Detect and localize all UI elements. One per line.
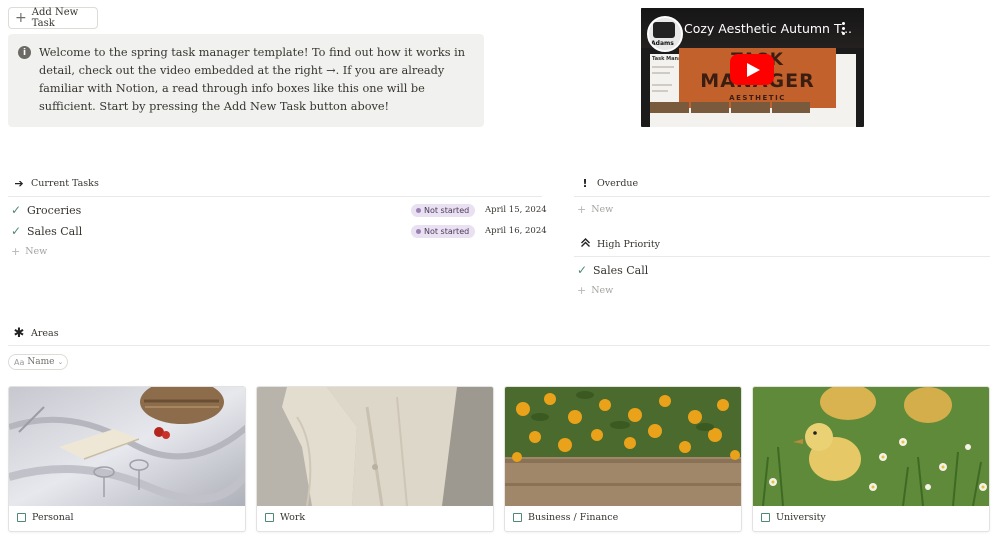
video-thumbnail-gallery: [650, 102, 810, 113]
status-label: Not started: [424, 206, 470, 215]
status-dot-icon: [416, 208, 421, 213]
status-badge[interactable]: Not started: [411, 204, 476, 217]
chevron-down-icon: ⌄: [57, 358, 64, 366]
divider: [574, 256, 990, 257]
info-callout: i Welcome to the spring task manager tem…: [8, 34, 484, 127]
new-label: New: [591, 204, 614, 215]
area-card-label: Personal: [32, 512, 74, 523]
area-card-business-finance[interactable]: Business / Finance: [504, 386, 742, 532]
plus-icon: +: [15, 10, 27, 26]
page-checkbox-icon: [17, 513, 26, 522]
task-row[interactable]: ✓ Sales Call: [577, 260, 648, 280]
exclamation-icon: !: [582, 177, 588, 190]
page-checkbox-icon: [761, 513, 770, 522]
current-tasks-header[interactable]: ➔ Current Tasks: [13, 177, 99, 190]
new-task-button[interactable]: + New: [11, 245, 47, 258]
area-card-label: University: [776, 512, 826, 523]
task-name[interactable]: Sales Call: [593, 264, 648, 277]
callout-text: Welcome to the spring task manager templ…: [39, 46, 465, 113]
cover-image-lemon-tree: [505, 387, 741, 506]
areas-title: Areas: [31, 328, 59, 339]
task-date: April 15, 2024: [485, 205, 547, 215]
area-card-label: Work: [280, 512, 306, 523]
area-card-caption: Business / Finance: [513, 512, 618, 523]
cover-image-picnic: [9, 387, 245, 506]
more-options-icon[interactable]: [842, 22, 846, 37]
areas-header[interactable]: ✱ Areas: [13, 326, 59, 341]
task-date: April 16, 2024: [485, 226, 547, 236]
cover-image-sweater: [257, 387, 493, 506]
area-card-caption: Work: [265, 512, 305, 523]
new-label: New: [25, 246, 48, 257]
asterisk-icon: ✱: [13, 326, 25, 341]
arrow-right-icon: ➔: [14, 177, 24, 190]
overdue-title: Overdue: [597, 178, 639, 189]
add-new-task-label: Add New Task: [31, 7, 79, 29]
plus-icon: +: [577, 284, 587, 297]
high-priority-title: High Priority: [597, 238, 660, 250]
cover-image-ducklings: [753, 387, 989, 506]
channel-avatar[interactable]: Adams: [647, 16, 683, 52]
channel-mark: Adams: [651, 40, 674, 47]
add-new-task-button[interactable]: + Add New Task: [8, 7, 98, 29]
new-overdue-button[interactable]: + New: [577, 203, 613, 216]
play-button[interactable]: [730, 54, 774, 85]
area-card-work[interactable]: Work: [256, 386, 494, 532]
task-row[interactable]: ✓ Groceries: [11, 200, 81, 220]
task-name[interactable]: Groceries: [27, 204, 81, 217]
video-thumbnail-subheading: AESTHETIC: [729, 94, 786, 102]
status-badge[interactable]: Not started: [411, 225, 476, 238]
area-card-caption: Personal: [17, 512, 74, 523]
check-icon: ✓: [577, 263, 588, 277]
status-label: Not started: [424, 227, 470, 236]
page-checkbox-icon: [513, 513, 522, 522]
check-icon: ✓: [11, 224, 22, 238]
new-label: New: [591, 285, 614, 296]
check-icon: ✓: [11, 203, 22, 217]
video-title[interactable]: Cozy Aesthetic Autumn T...: [684, 21, 852, 36]
current-tasks-title: Current Tasks: [31, 178, 99, 189]
embedded-video[interactable]: Task Manager TASK MANAGER AESTHETIC Adam…: [641, 8, 864, 127]
info-icon: i: [18, 46, 31, 59]
area-card-label: Business / Finance: [528, 512, 619, 523]
task-name[interactable]: Sales Call: [27, 225, 82, 238]
plus-icon: +: [11, 245, 21, 258]
filter-label: Name: [27, 357, 55, 367]
double-chevron-up-icon: [579, 237, 591, 251]
divider: [574, 196, 990, 197]
divider: [8, 196, 542, 197]
page-checkbox-icon: [265, 513, 274, 522]
overdue-header[interactable]: ! Overdue: [579, 177, 638, 190]
text-property-icon: Aa: [14, 357, 25, 367]
task-row[interactable]: ✓ Sales Call: [11, 221, 82, 241]
high-priority-header[interactable]: High Priority: [579, 237, 660, 251]
plus-icon: +: [577, 203, 587, 216]
area-card-caption: University: [761, 512, 826, 523]
divider: [8, 345, 990, 346]
name-filter-chip[interactable]: Aa Name ⌄: [8, 354, 68, 370]
area-card-university[interactable]: University: [752, 386, 990, 532]
status-dot-icon: [416, 229, 421, 234]
area-card-personal[interactable]: Personal: [8, 386, 246, 532]
new-high-priority-button[interactable]: + New: [577, 284, 613, 297]
